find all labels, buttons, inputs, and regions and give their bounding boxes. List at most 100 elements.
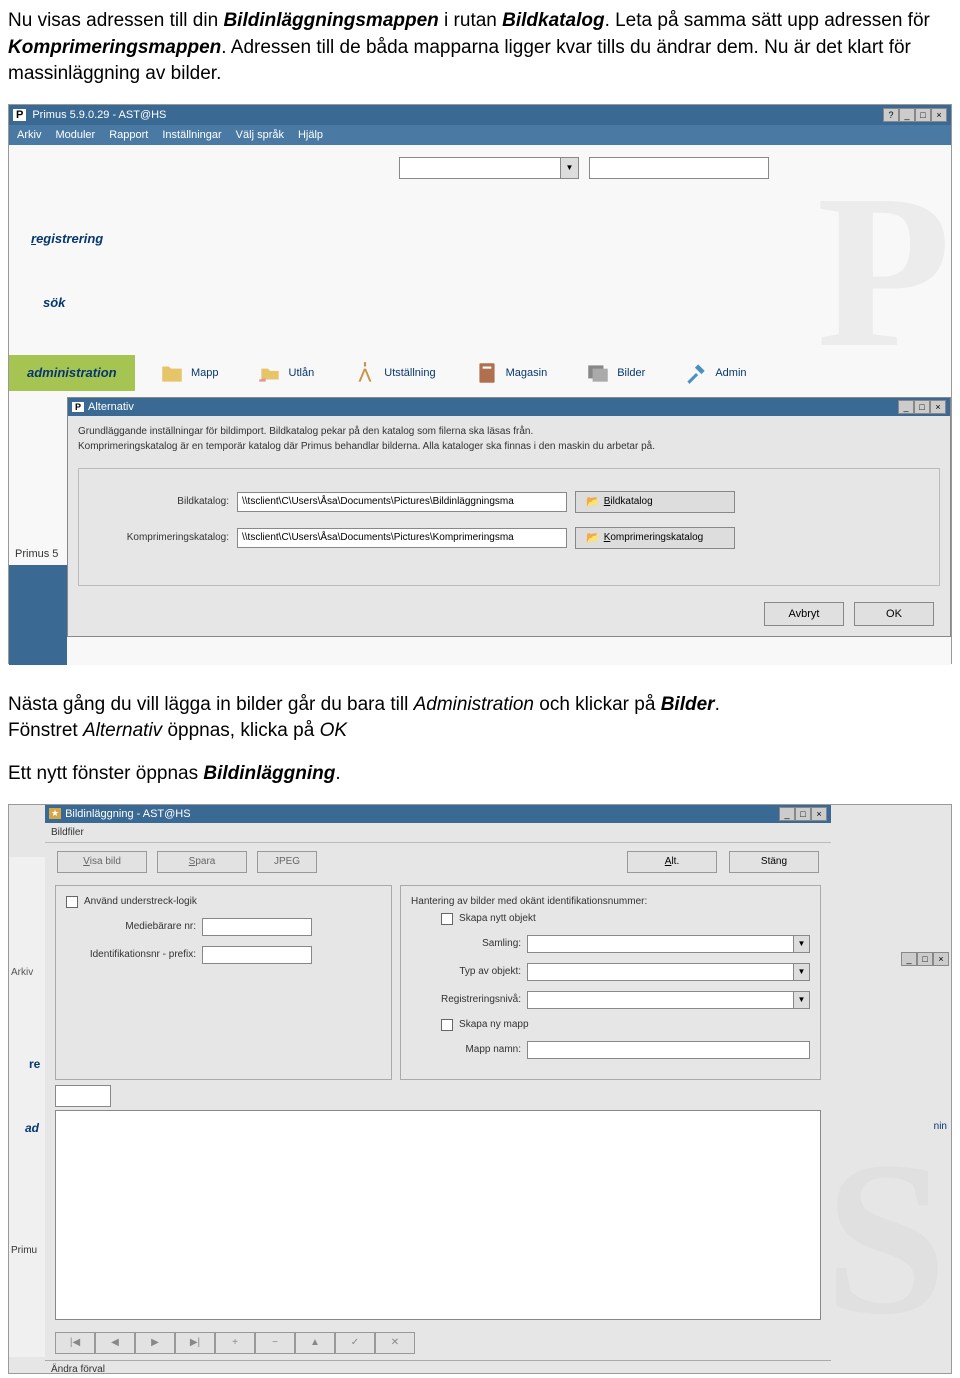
tools-icon [683,360,709,386]
toolbar-mapp[interactable]: Mapp [159,360,219,386]
bildkatalog-input[interactable]: \\tsclient\C\Users\Åsa\Documents\Picture… [237,492,567,512]
blue-sidebar-bottom [9,565,67,665]
toolbar-magasin[interactable]: Magasin [474,360,548,386]
samling-label: Samling: [411,938,521,949]
inner-close-button[interactable]: × [811,807,827,821]
menu-rapport[interactable]: Rapport [109,129,148,141]
close-button[interactable]: × [931,108,947,122]
nav-bar: |◀ ◀ ▶ ▶| + − ▲ ✓ ✕ [45,1326,831,1360]
bg-sidebar [9,857,45,1357]
window-title: Primus 5.9.0.29 - AST@HS [32,109,166,121]
alt-button[interactable]: Alt. [627,851,717,873]
nav-last-button[interactable]: ▶| [175,1332,215,1354]
sidebar-registrering[interactable]: registrering [31,231,103,246]
small-index-input[interactable] [55,1085,111,1107]
nav-check-button[interactable]: ✓ [335,1332,375,1354]
idprefix-input[interactable] [202,946,312,964]
skapa-mapp-label: Skapa ny mapp [459,1019,529,1030]
bg-a-label: ad [25,1121,39,1135]
menu-moduler[interactable]: Moduler [55,129,95,141]
inner-maximize-button[interactable]: □ [795,807,811,821]
mappnamn-input[interactable] [527,1041,810,1059]
toolbar-utstallning[interactable]: Utställning [352,360,435,386]
nav-first-button[interactable]: |◀ [55,1332,95,1354]
dialog-maximize-button[interactable]: □ [914,400,930,414]
folder-search-icon: 📂 [586,495,600,508]
maximize-button[interactable]: □ [915,108,931,122]
nav-minus-button[interactable]: − [255,1332,295,1354]
chevron-down-icon: ▼ [793,936,809,952]
chevron-down-icon: ▼ [793,964,809,980]
primus5-label: Primus 5 [15,548,58,560]
top-combo[interactable]: ▼ [399,157,579,179]
komprimeringskatalog-label: Komprimeringskatalog: [89,532,229,543]
toolbar-utlan[interactable]: Utlån [257,360,315,386]
nav-prev-button[interactable]: ◀ [95,1332,135,1354]
bg-window-controls: _□× [901,952,949,966]
understreck-checkbox[interactable] [66,896,78,908]
andra-forval-label[interactable]: Ändra förval [45,1360,831,1378]
images-icon [585,360,611,386]
visa-bild-button[interactable]: Visa bild [57,851,147,873]
mediebararenr-input[interactable] [202,918,312,936]
chevron-down-icon: ▼ [560,158,578,178]
chevron-down-icon: ▼ [793,992,809,1008]
alternativ-dialog: P Alternativ _ □ × Grundläggande inställ… [67,397,951,637]
regniva-label: Registreringsnivå: [411,994,521,1005]
menubar: Arkiv Moduler Rapport Inställningar Välj… [9,125,951,145]
spara-button[interactable]: Spara [157,851,247,873]
folder-search-icon: 📂 [586,531,600,544]
dialog-minimize-button[interactable]: _ [898,400,914,414]
bildkatalog-label: Bildkatalog: [89,496,229,507]
understreck-label: Använd understreck-logik [84,896,197,907]
dialog-close-button[interactable]: × [930,400,946,414]
inner-minimize-button[interactable]: _ [779,807,795,821]
toolbar-bilder[interactable]: Bilder [585,360,645,386]
nav-cancel-button[interactable]: ✕ [375,1332,415,1354]
nav-up-button[interactable]: ▲ [295,1332,335,1354]
main-list-area[interactable] [55,1110,821,1320]
menu-hjalp[interactable]: Hjälp [298,129,323,141]
mappnamn-label: Mapp namn: [411,1044,521,1055]
idprefix-label: Identifikationsnr - prefix: [66,949,196,960]
help-button[interactable]: ? [883,108,899,122]
menu-installningar[interactable]: Inställningar [162,129,221,141]
minimize-button[interactable]: _ [899,108,915,122]
sidebar-sok[interactable]: sök [43,295,65,310]
skapa-mapp-checkbox[interactable] [441,1019,453,1031]
top-textbox[interactable] [589,157,769,179]
sidebar-administration[interactable]: administration [9,355,135,391]
menu-arkiv[interactable]: Arkiv [17,129,41,141]
nav-plus-button[interactable]: + [215,1332,255,1354]
hand-folder-icon [257,360,283,386]
doc-paragraph-2: Nästa gång du vill lägga in bilder går d… [8,692,952,745]
stang-button[interactable]: Stäng [729,851,819,873]
star-icon: ★ [49,808,61,819]
komprimeringskatalog-input[interactable]: \\tsclient\C\Users\Åsa\Documents\Picture… [237,528,567,548]
easel-icon [352,360,378,386]
mediebararenr-label: Mediebärare nr: [66,921,196,932]
window-titlebar: P Primus 5.9.0.29 - AST@HS ? _ □ × [9,105,951,125]
avbryt-button[interactable]: Avbryt [764,602,844,626]
komprimeringskatalog-button[interactable]: 📂 Komprimeringskatalog [575,527,735,549]
typ-label: Typ av objekt: [411,966,521,977]
bildkatalog-button[interactable]: 📂 Bildkatalog [575,491,735,513]
typ-select[interactable]: ▼ [527,963,810,981]
bg-arkiv-label: Arkiv [11,967,33,978]
ok-button[interactable]: OK [854,602,934,626]
jpeg-button[interactable]: JPEG [257,851,317,873]
bg-min-label: nin [934,1121,947,1132]
right-panel-header: Hantering av bilder med okänt identifika… [411,896,810,907]
regniva-select[interactable]: ▼ [527,991,810,1009]
inner-menu-bildfiler[interactable]: Bildfiler [45,823,831,843]
inner-window-title: Bildinläggning - AST@HS [65,808,191,820]
nav-next-button[interactable]: ▶ [135,1332,175,1354]
screenshot-primus-alternativ: P Primus 5.9.0.29 - AST@HS ? _ □ × Arkiv… [8,104,952,664]
watermark-p: P [817,145,951,398]
book-icon [474,360,500,386]
menu-valj-sprak[interactable]: Välj språk [236,129,284,141]
samling-select[interactable]: ▼ [527,935,810,953]
toolbar-admin[interactable]: Admin [683,360,746,386]
dialog-title: Alternativ [88,401,134,413]
skapa-nytt-checkbox[interactable] [441,913,453,925]
